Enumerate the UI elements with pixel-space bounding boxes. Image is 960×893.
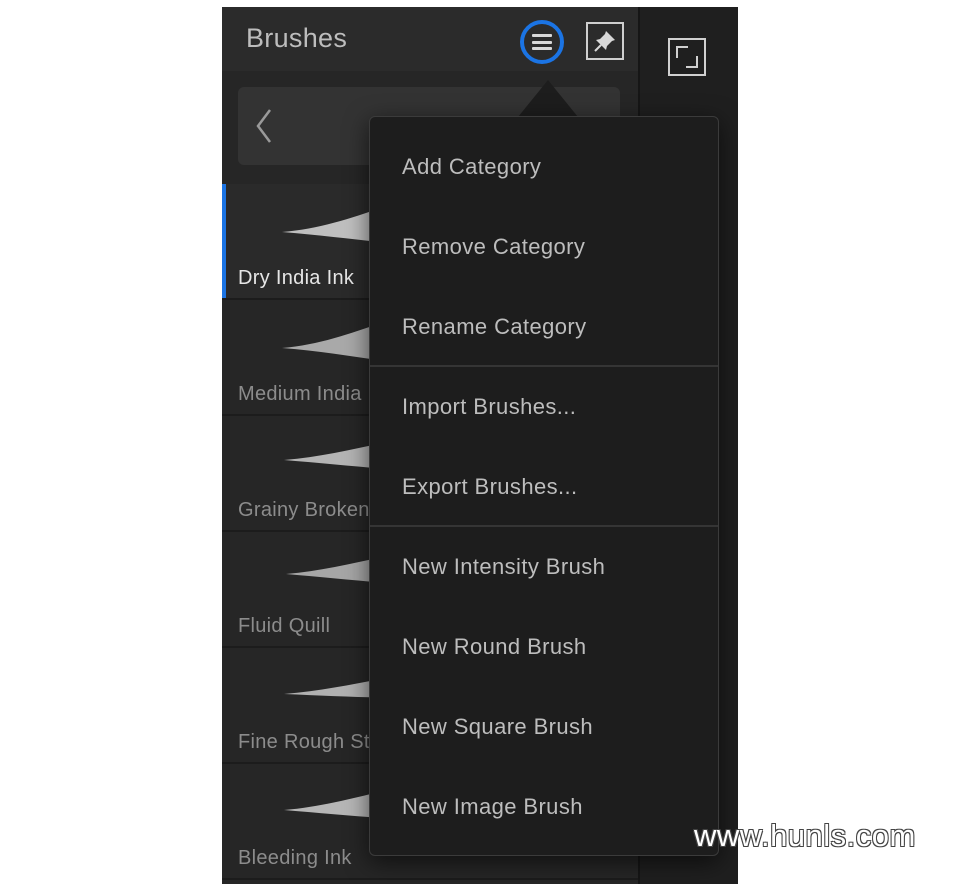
pin-icon [594, 31, 615, 52]
menu-item-new-square-brush[interactable]: New Square Brush [370, 687, 718, 767]
brush-name: Fluid Quill [238, 615, 331, 637]
menu-item-export-brushes[interactable]: Export Brushes... [370, 447, 718, 527]
expand-panel-button[interactable] [668, 38, 706, 76]
menu-item-remove-category[interactable]: Remove Category [370, 207, 718, 287]
previous-category-button[interactable] [252, 105, 276, 147]
menu-item-new-image-brush[interactable]: New Image Brush [370, 767, 718, 847]
menu-item-import-brushes[interactable]: Import Brushes... [370, 367, 718, 447]
chevron-left-icon [256, 109, 271, 143]
watermark: www.hunls.com [694, 818, 916, 853]
menu-icon [532, 34, 552, 50]
menu-item-rename-category[interactable]: Rename Category [370, 287, 718, 367]
pin-panel-button[interactable] [586, 22, 624, 60]
menu-item-new-round-brush[interactable]: New Round Brush [370, 607, 718, 687]
selection-indicator [222, 184, 226, 298]
panel-menu-button[interactable] [520, 20, 564, 64]
brush-name: Bleeding Ink [238, 847, 352, 869]
menu-item-new-intensity-brush[interactable]: New Intensity Brush [370, 527, 718, 607]
brush-name: Dry India Ink [238, 267, 355, 289]
popover-arrow [518, 80, 578, 117]
panel-title: Brushes [246, 23, 348, 53]
panel-options-menu: Add Category Remove Category Rename Cate… [369, 116, 719, 856]
menu-item-add-category[interactable]: Add Category [370, 127, 718, 207]
panel-header: Brushes [222, 7, 638, 71]
app-window: Brushes Dry India Ink Medium India Ink G… [222, 7, 738, 884]
